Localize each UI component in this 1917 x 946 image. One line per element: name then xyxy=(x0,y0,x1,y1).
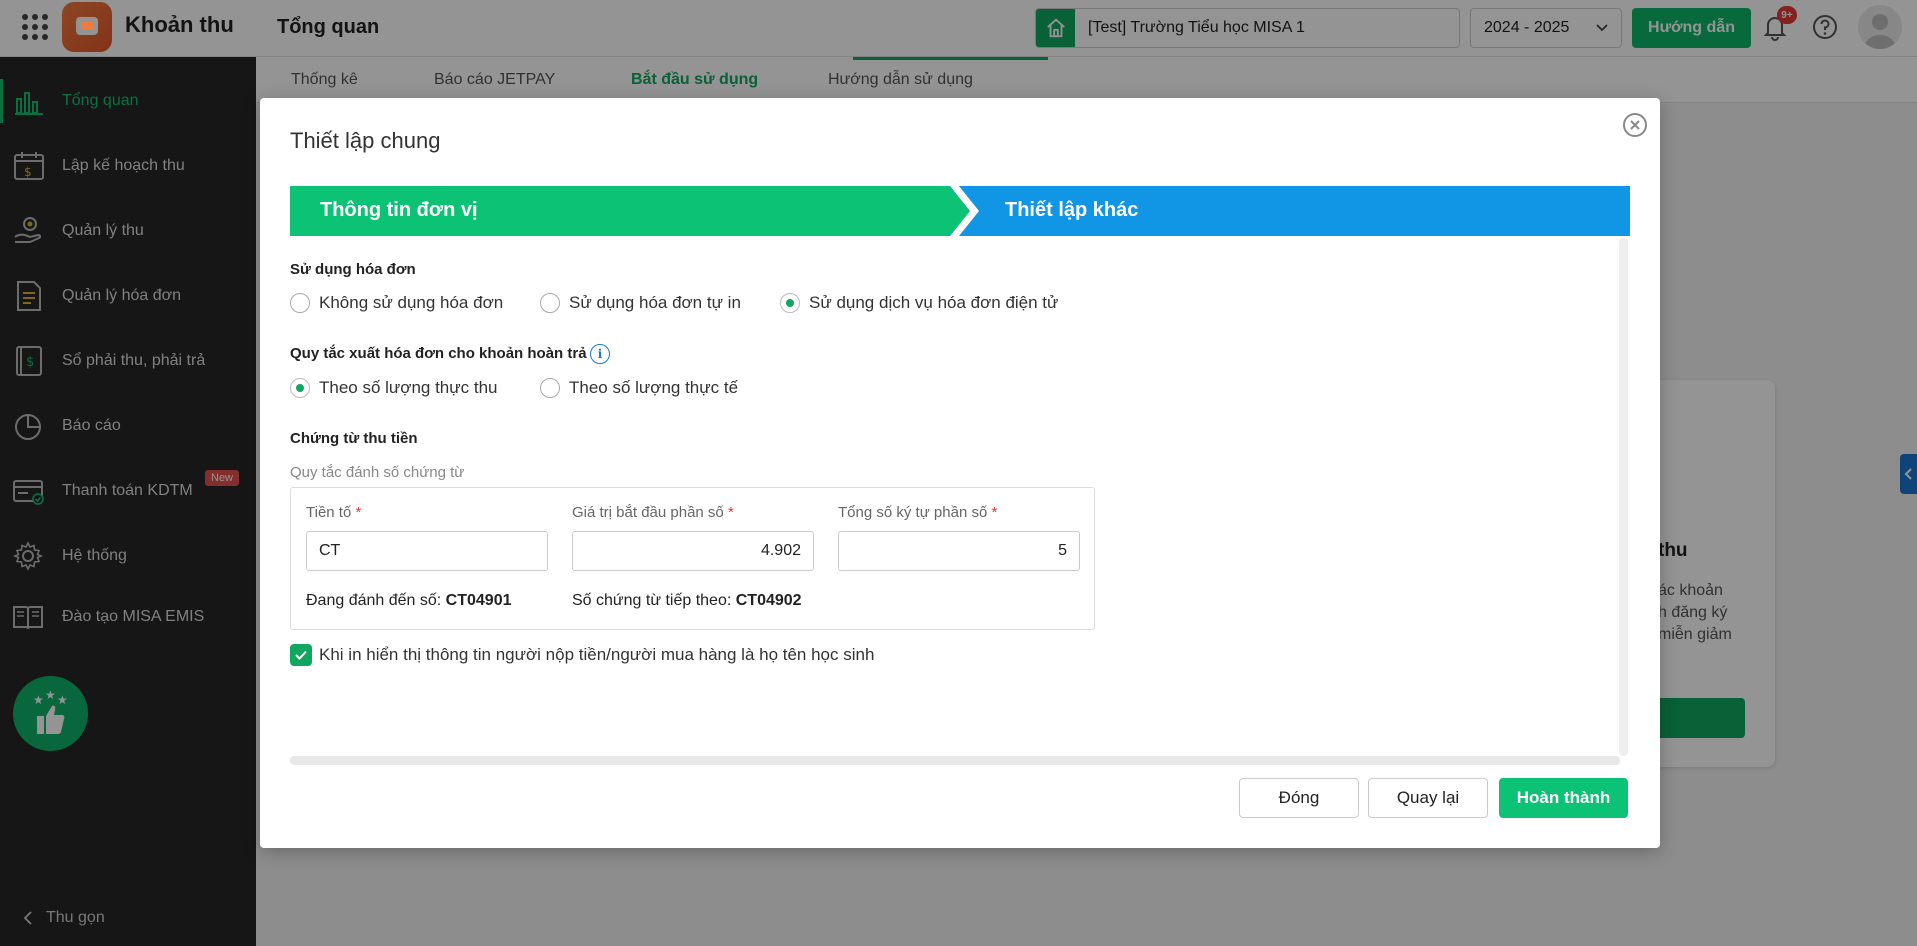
digit-count-input[interactable]: 5 xyxy=(838,531,1080,571)
radio-label: Theo số lượng thực thu xyxy=(319,378,498,397)
modal-title: Thiết lập chung xyxy=(290,128,441,153)
next-number: Số chứng từ tiếp theo: CT04902 xyxy=(572,592,802,610)
receipt-section-title: Chứng từ thu tiền xyxy=(290,430,418,447)
finish-button[interactable]: Hoàn thành xyxy=(1499,778,1628,818)
radio-button[interactable] xyxy=(290,293,310,313)
radio-no-invoice[interactable]: Không sử dụng hóa đơn xyxy=(290,293,503,313)
close-icon[interactable] xyxy=(1623,113,1647,137)
radio-button-selected[interactable] xyxy=(290,378,310,398)
required-marker: * xyxy=(727,504,734,521)
numbering-rule-caption: Quy tắc đánh số chứng từ xyxy=(290,464,465,481)
radio-button-selected[interactable] xyxy=(780,293,800,313)
digit-count-label: Tổng số ký tự phần số * xyxy=(838,504,997,521)
prefix-label: Tiền tố * xyxy=(306,504,361,521)
wizard-steps: Thông tin đơn vị Thiết lập khác xyxy=(290,186,1630,236)
checkbox-checked[interactable] xyxy=(290,644,312,666)
digit-count-label-text: Tổng số ký tự phần số xyxy=(838,504,988,521)
prefix-label-text: Tiền tố xyxy=(306,504,352,521)
current-number: Đang đánh đến số: CT04901 xyxy=(306,592,512,610)
checkbox-label: Khi in hiển thị thông tin người nộp tiền… xyxy=(319,645,875,664)
refund-section-title: Quy tắc xuất hóa đơn cho khoản hoàn trả xyxy=(290,345,587,362)
radio-button[interactable] xyxy=(540,378,560,398)
radio-e-invoice[interactable]: Sử dụng dịch vụ hóa đơn điện tử xyxy=(780,293,1058,313)
radio-label: Không sử dụng hóa đơn xyxy=(319,293,504,312)
settings-modal: Thiết lập chung Thông tin đơn vị Thiết l… xyxy=(260,98,1660,848)
numbering-rule-box: Tiền tố * CT Giá trị bắt đầu phần số * 4… xyxy=(290,487,1095,630)
vertical-scrollbar[interactable] xyxy=(1619,238,1628,756)
current-number-label: Đang đánh đến số: xyxy=(306,592,442,609)
student-name-checkbox-row[interactable]: Khi in hiển thị thông tin người nộp tiền… xyxy=(290,644,874,666)
invoice-section-title: Sử dụng hóa đơn xyxy=(290,261,416,278)
next-number-label: Số chứng từ tiếp theo: xyxy=(572,592,732,609)
required-marker: * xyxy=(355,504,362,521)
radio-label: Sử dụng hóa đơn tự in xyxy=(569,293,741,312)
required-marker: * xyxy=(991,504,998,521)
prefix-input[interactable]: CT xyxy=(306,531,548,571)
next-number-value: CT04902 xyxy=(735,592,802,609)
horizontal-scrollbar[interactable] xyxy=(290,756,1620,765)
start-value-label-text: Giá trị bắt đầu phần số xyxy=(572,504,724,521)
check-icon xyxy=(295,650,307,660)
info-icon[interactable]: i xyxy=(590,344,610,364)
radio-label: Theo số lượng thực tế xyxy=(569,378,739,397)
step-label: Thông tin đơn vị xyxy=(320,199,478,221)
radio-actual-quantity[interactable]: Theo số lượng thực tế xyxy=(540,378,738,398)
radio-button[interactable] xyxy=(540,293,560,313)
step-label: Thiết lập khác xyxy=(1005,199,1139,221)
start-value-input[interactable]: 4.902 xyxy=(572,531,814,571)
start-value-label: Giá trị bắt đầu phần số * xyxy=(572,504,734,521)
radio-actual-collected[interactable]: Theo số lượng thực thu xyxy=(290,378,498,398)
current-number-value: CT04901 xyxy=(445,592,512,609)
radio-label: Sử dụng dịch vụ hóa đơn điện tử xyxy=(809,293,1059,312)
radio-self-print-invoice[interactable]: Sử dụng hóa đơn tự in xyxy=(540,293,741,313)
back-button[interactable]: Quay lại xyxy=(1368,778,1488,818)
close-button[interactable]: Đóng xyxy=(1239,778,1359,818)
